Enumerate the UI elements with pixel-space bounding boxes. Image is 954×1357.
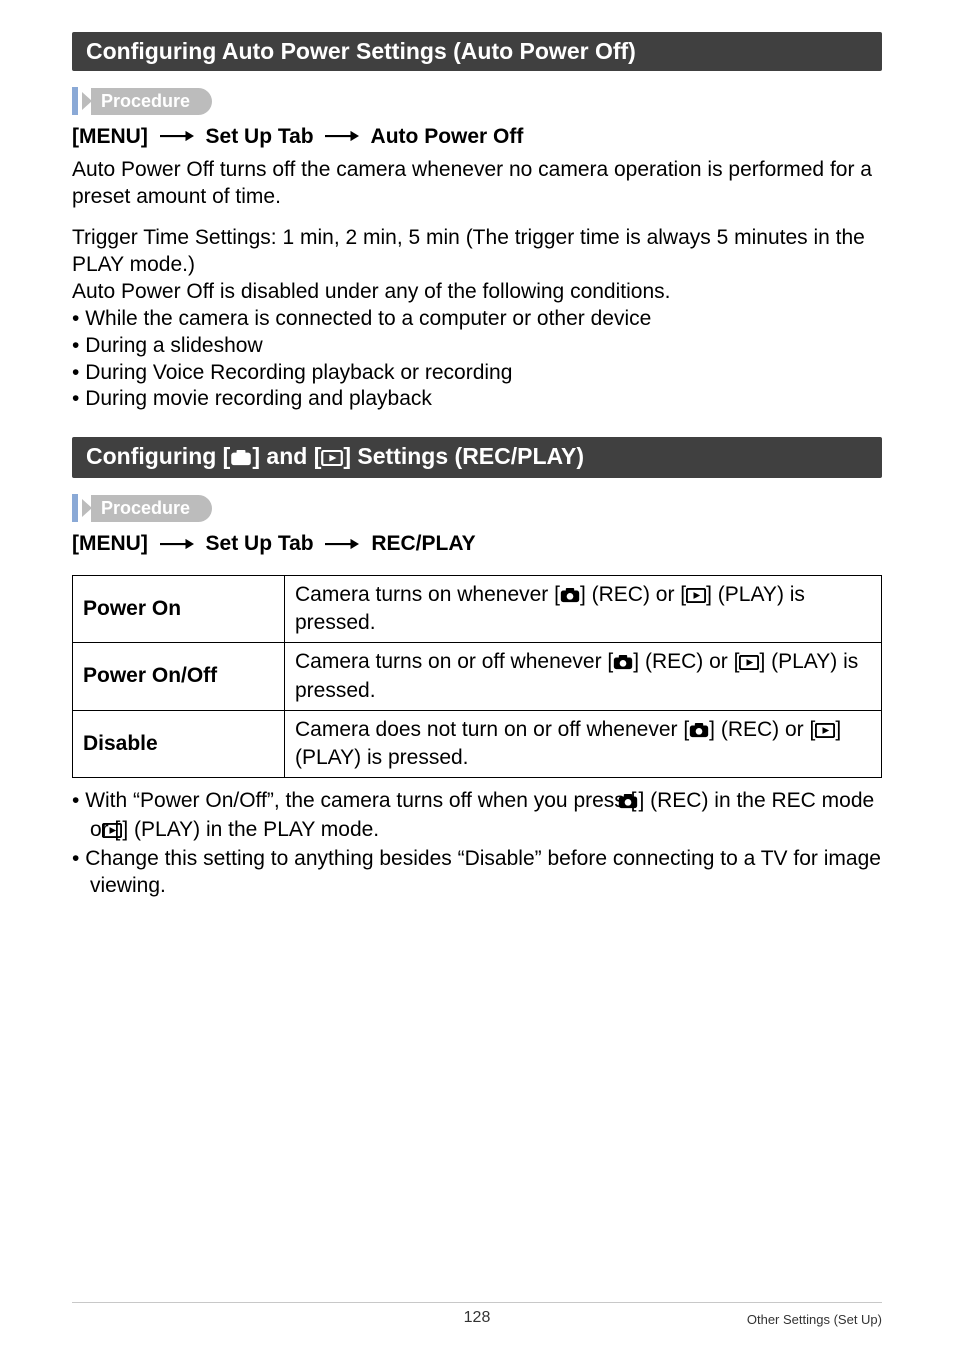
procedure-bar <box>72 87 78 115</box>
path-segment: Auto Power Off <box>371 125 524 148</box>
camera-icon <box>560 584 580 610</box>
path-segment: REC/PLAY <box>371 532 475 555</box>
desc-part: Camera turns on or off whenever [ <box>295 650 613 673</box>
option-description: Camera turns on or off whenever [ ] (REC)… <box>285 643 882 711</box>
disabled-intro: Auto Power Off is disabled under any of … <box>72 279 882 306</box>
option-label: Power On <box>73 575 285 643</box>
procedure-label: Procedure <box>91 88 212 115</box>
path-segment: [MENU] <box>72 532 148 555</box>
option-label: Power On/Off <box>73 643 285 711</box>
arrow-icon <box>160 125 194 149</box>
camera-icon <box>230 445 252 472</box>
menu-path-rec-play: [MENU] Set Up Tab REC/PLAY <box>72 532 882 556</box>
list-item-text: During a slideshow <box>85 334 262 357</box>
desc-part: ] (REC) or [ <box>709 718 815 741</box>
path-segment: [MENU] <box>72 125 148 148</box>
footer-label: Other Settings (Set Up) <box>747 1312 882 1327</box>
option-label: Disable <box>73 710 285 778</box>
section-header-rec-play: Configuring [ ] and [ ] Settings (REC/PLAY… <box>72 437 882 478</box>
arrow-icon <box>325 125 359 149</box>
camera-icon <box>613 651 633 677</box>
list-item-text: While the camera is connected to a compu… <box>85 307 651 330</box>
footer-divider <box>72 1302 882 1303</box>
desc-part: Camera turns on whenever [ <box>295 583 560 606</box>
note-part: ] (PLAY) in the PLAY mode. <box>122 818 379 841</box>
table-row: Disable Camera does not turn on or off w… <box>73 710 882 778</box>
table-row: Power On Camera turns on whenever [ ] (RE… <box>73 575 882 643</box>
list-item: • During movie recording and playback <box>72 386 882 413</box>
options-table: Power On Camera turns on whenever [ ] (RE… <box>72 575 882 779</box>
list-item: • Change this setting to anything beside… <box>72 846 882 900</box>
play-icon <box>321 445 343 472</box>
path-segment: Set Up Tab <box>206 532 314 555</box>
trigger-text: Trigger Time Settings: 1 min, 2 min, 5 m… <box>72 225 882 279</box>
list-item-text: During Voice Recording playback or recor… <box>85 361 512 384</box>
desc-part: ] (REC) or [ <box>633 650 739 673</box>
play-icon <box>815 719 835 745</box>
arrow-icon <box>325 533 359 557</box>
desc-part: ] (REC) or [ <box>580 583 686 606</box>
option-description: Camera turns on whenever [] (REC) or [] … <box>285 575 882 643</box>
title-part: ] and [ <box>252 443 321 469</box>
procedure-marker: Procedure <box>72 87 882 115</box>
intro-text: Auto Power Off turns off the camera when… <box>72 157 882 211</box>
list-item: • While the camera is connected to a com… <box>72 306 882 333</box>
arrow-icon <box>160 533 194 557</box>
procedure-label: Procedure <box>91 495 212 522</box>
notes-list: • With “Power On/Off”, the camera turns … <box>72 788 882 900</box>
note-part: Change this setting to anything besides … <box>85 847 881 897</box>
section-header-auto-power-off: Configuring Auto Power Settings (Auto Po… <box>72 32 882 71</box>
play-icon <box>686 584 706 610</box>
desc-part: Camera does not turn on or off whenever … <box>295 718 689 741</box>
table-row: Power On/Off Camera turns on or off when… <box>73 643 882 711</box>
title-part: Configuring [ <box>86 443 230 469</box>
procedure-bar <box>72 494 78 522</box>
menu-path-auto-power-off: [MENU] Set Up Tab Auto Power Off <box>72 125 882 149</box>
page-footer: 128 Other Settings (Set Up) <box>0 1302 954 1327</box>
play-icon <box>739 651 759 677</box>
list-item: • During a slideshow <box>72 333 882 360</box>
path-segment: Set Up Tab <box>206 125 314 148</box>
list-item: • During Voice Recording playback or rec… <box>72 360 882 387</box>
title-part: ] Settings (REC/PLAY) <box>343 443 584 469</box>
camera-icon <box>689 719 709 745</box>
option-description: Camera does not turn on or off whenever … <box>285 710 882 778</box>
list-item: • With “Power On/Off”, the camera turns … <box>72 788 882 846</box>
procedure-marker: Procedure <box>72 494 882 522</box>
note-part: With “Power On/Off”, the camera turns of… <box>85 789 636 812</box>
list-item-text: During movie recording and playback <box>85 387 432 410</box>
bullet-list: • While the camera is connected to a com… <box>72 306 882 414</box>
